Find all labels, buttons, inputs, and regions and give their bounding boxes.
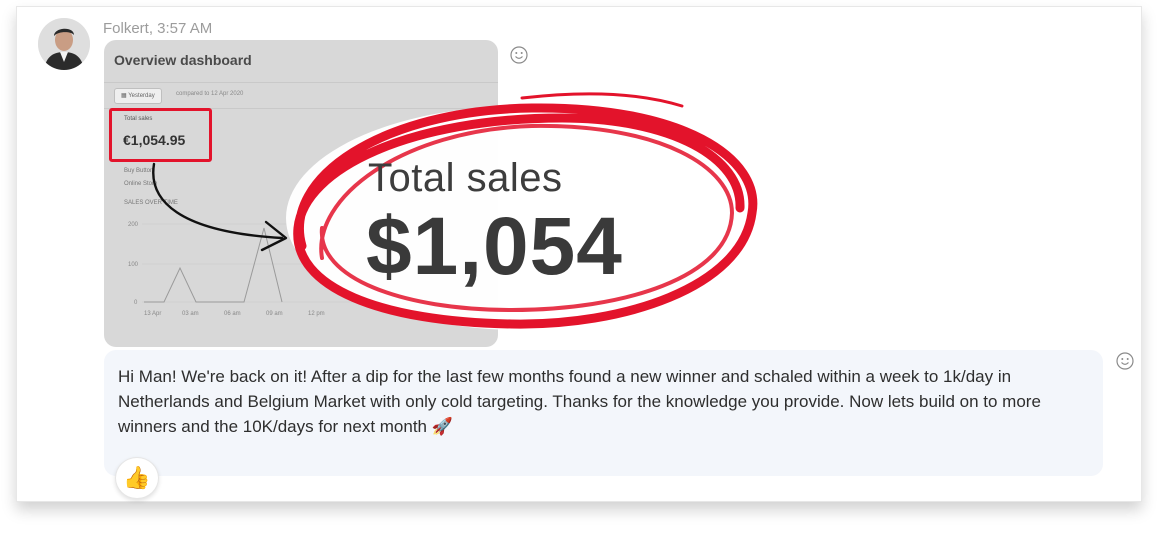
arrow-annotation	[152, 162, 288, 252]
y-tick: 200	[128, 222, 139, 228]
dashboard-title: Overview dashboard	[114, 52, 252, 68]
add-reaction-icon[interactable]	[510, 46, 528, 64]
message-bubble[interactable]: Hi Man! We're back on it! After a dip fo…	[104, 350, 1103, 476]
sender-name-time: Folkert, 3:57 AM	[103, 20, 213, 37]
avatar[interactable]	[38, 18, 90, 70]
x-tick: 13 Apr	[144, 311, 161, 317]
date-pill: ▦ Yesterday	[114, 88, 162, 104]
annotation-value: $1,054	[366, 201, 623, 292]
highlight-box	[109, 108, 212, 162]
add-reaction-icon[interactable]	[1116, 352, 1134, 370]
compared-to-text: compared to 12 Apr 2020	[176, 91, 244, 97]
y-tick: 100	[128, 262, 139, 268]
thumbs-up-icon[interactable]: 👍	[115, 457, 159, 499]
x-tick: 06 am	[224, 311, 241, 317]
message-text: Hi Man! We're back on it! After a dip fo…	[118, 367, 1041, 436]
annotation-label: Total sales	[368, 156, 563, 200]
x-tick: 03 am	[182, 311, 199, 317]
y-tick: 0	[134, 300, 138, 306]
